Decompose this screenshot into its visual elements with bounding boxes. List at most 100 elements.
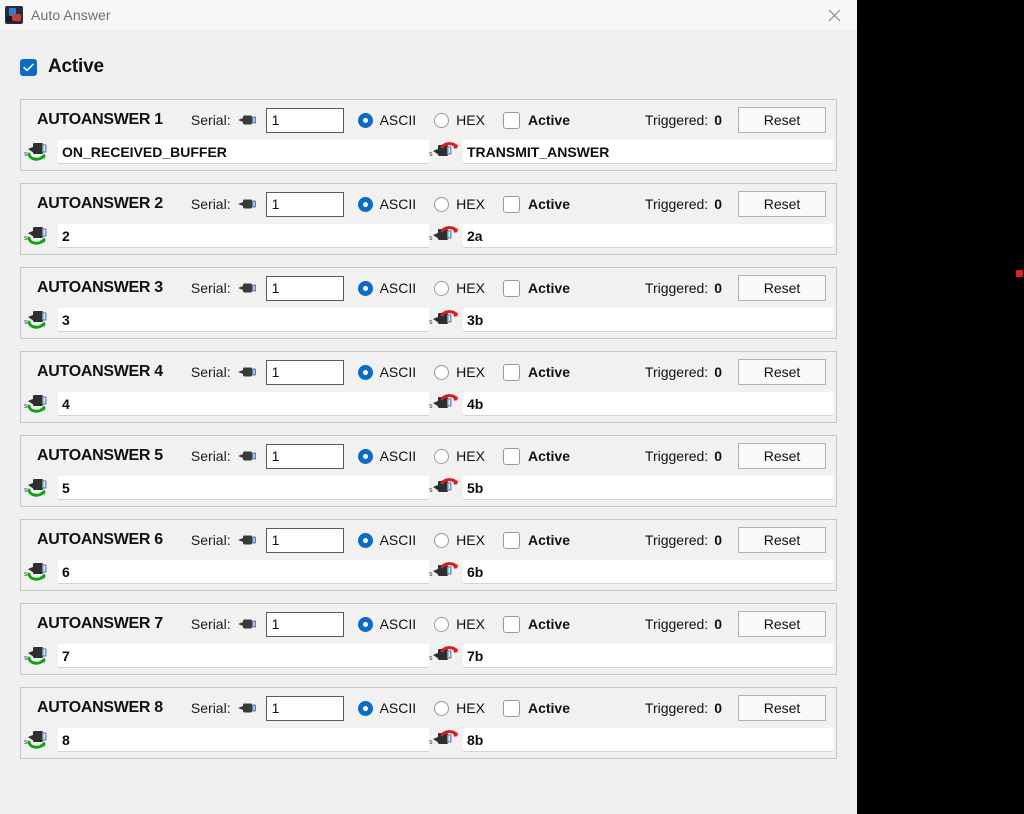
hex-radio[interactable]: [434, 616, 450, 632]
ascii-radio[interactable]: [357, 532, 373, 548]
reset-button[interactable]: Reset: [738, 527, 826, 553]
received-buffer-input[interactable]: 5: [58, 476, 429, 500]
serial-input[interactable]: 1: [265, 611, 344, 637]
row-active-group[interactable]: Active: [502, 615, 570, 633]
hex-radio-group[interactable]: HEX: [434, 112, 485, 128]
received-buffer-input[interactable]: ON_RECEIVED_BUFFER: [58, 140, 429, 164]
received-buffer-input[interactable]: 2: [58, 224, 429, 248]
serial-input[interactable]: 1: [265, 695, 344, 721]
row-active-group[interactable]: Active: [502, 111, 570, 129]
reset-button[interactable]: Reset: [738, 191, 826, 217]
hex-radio[interactable]: [434, 448, 450, 464]
global-active-label: Active: [48, 56, 104, 77]
transmit-answer-input[interactable]: 6b: [463, 560, 833, 584]
ascii-radio-group[interactable]: ASCII: [357, 448, 416, 464]
ascii-radio[interactable]: [357, 196, 373, 212]
serial-input[interactable]: 1: [265, 443, 344, 469]
reset-button[interactable]: Reset: [738, 359, 826, 385]
ascii-radio[interactable]: [357, 112, 373, 128]
reset-button[interactable]: Reset: [738, 107, 826, 133]
hex-radio-group[interactable]: HEX: [434, 196, 485, 212]
ascii-radio-group[interactable]: ASCII: [357, 112, 417, 128]
ascii-radio-group[interactable]: ASCII: [357, 532, 416, 548]
transmit-answer-input[interactable]: 4b: [463, 392, 833, 416]
autoanswer-panel-fields: s 5 s 5b: [21, 476, 836, 506]
row-active-checkbox[interactable]: [502, 363, 520, 381]
row-active-group[interactable]: Active: [502, 363, 570, 381]
svg-text:s: s: [429, 738, 433, 746]
row-active-checkbox[interactable]: [502, 279, 520, 297]
transmit-answer-input[interactable]: 5b: [463, 476, 833, 500]
ascii-radio-group[interactable]: ASCII: [357, 700, 416, 716]
row-active-group[interactable]: Active: [502, 699, 570, 717]
hex-radio-group[interactable]: HEX: [434, 448, 485, 464]
transmit-answer-input[interactable]: 3b: [463, 308, 833, 332]
transmit-answer-input[interactable]: 8b: [463, 728, 833, 752]
hex-radio[interactable]: [434, 700, 450, 716]
hex-radio-group[interactable]: HEX: [434, 616, 485, 632]
ascii-radio[interactable]: [357, 616, 373, 632]
serial-receive-icon: s: [24, 141, 56, 163]
serial-receive-icon: s: [24, 645, 56, 667]
hex-radio[interactable]: [434, 280, 450, 296]
received-field-wrap: s 3: [24, 308, 429, 332]
row-active-checkbox[interactable]: [502, 615, 520, 633]
transmit-answer-input[interactable]: TRANSMIT_ANSWER: [463, 140, 833, 164]
received-buffer-input[interactable]: 7: [58, 644, 429, 668]
serial-receive-icon: s: [24, 477, 56, 499]
close-icon[interactable]: [811, 0, 857, 30]
hex-radio-group[interactable]: HEX: [434, 532, 485, 548]
transmit-answer-input[interactable]: 2a: [463, 224, 833, 248]
ascii-label: ASCII: [379, 112, 417, 128]
reset-button[interactable]: Reset: [738, 275, 826, 301]
reset-button[interactable]: Reset: [738, 695, 826, 721]
received-buffer-input[interactable]: 6: [58, 560, 429, 584]
reset-button[interactable]: Reset: [738, 611, 826, 637]
row-active-group[interactable]: Active: [502, 531, 570, 549]
row-active-label: Active: [527, 364, 570, 380]
hex-radio[interactable]: [434, 364, 450, 380]
autoanswer-panel-fields: s ON_RECEIVED_BUFFER s TRANSMIT_ANSWER: [21, 140, 836, 170]
ascii-radio-group[interactable]: ASCII: [357, 196, 416, 212]
hex-radio-group[interactable]: HEX: [434, 700, 485, 716]
received-buffer-input[interactable]: 4: [58, 392, 429, 416]
row-active-checkbox[interactable]: [502, 447, 520, 465]
ascii-radio[interactable]: [357, 280, 373, 296]
ascii-radio[interactable]: [357, 448, 373, 464]
reset-button[interactable]: Reset: [738, 443, 826, 469]
hex-radio-group[interactable]: HEX: [434, 280, 485, 296]
serial-input[interactable]: 1: [265, 275, 344, 301]
serial-input[interactable]: 1: [265, 107, 344, 133]
row-active-checkbox[interactable]: [502, 531, 520, 549]
row-active-checkbox[interactable]: [502, 195, 520, 213]
triggered-count: 0: [714, 196, 722, 212]
svg-text:s: s: [24, 402, 28, 410]
ascii-radio-group[interactable]: ASCII: [357, 364, 416, 380]
ascii-radio[interactable]: [357, 700, 373, 716]
ascii-radio-group[interactable]: ASCII: [357, 616, 416, 632]
hex-radio[interactable]: [434, 196, 450, 212]
ascii-radio-group[interactable]: ASCII: [357, 280, 417, 296]
hex-radio[interactable]: [434, 112, 450, 128]
row-active-group[interactable]: Active: [502, 195, 570, 213]
ascii-label: ASCII: [379, 280, 417, 296]
received-buffer-input[interactable]: 3: [58, 308, 429, 332]
serial-input[interactable]: 1: [265, 527, 344, 553]
transmit-answer-input[interactable]: 7b: [463, 644, 833, 668]
received-buffer-input[interactable]: 8: [58, 728, 429, 752]
transmit-field-wrap: s 3b: [429, 308, 833, 332]
global-active-checkbox[interactable]: [20, 58, 37, 76]
serial-input[interactable]: 1: [265, 359, 344, 385]
serial-input[interactable]: 1: [265, 191, 344, 217]
svg-text:s: s: [24, 738, 28, 746]
row-active-group[interactable]: Active: [502, 279, 570, 297]
row-active-checkbox[interactable]: [502, 699, 520, 717]
serial-receive-icon: s: [24, 729, 56, 751]
ascii-radio[interactable]: [357, 364, 373, 380]
hex-radio[interactable]: [434, 532, 450, 548]
hex-radio-group[interactable]: HEX: [434, 364, 485, 380]
serial-port-icon: [237, 701, 258, 715]
autoanswer-panel-header: AUTOANSWER 8 Serial: 1 ASCII HEX Active …: [21, 688, 836, 728]
row-active-checkbox[interactable]: [502, 111, 520, 129]
row-active-group[interactable]: Active: [502, 447, 570, 465]
